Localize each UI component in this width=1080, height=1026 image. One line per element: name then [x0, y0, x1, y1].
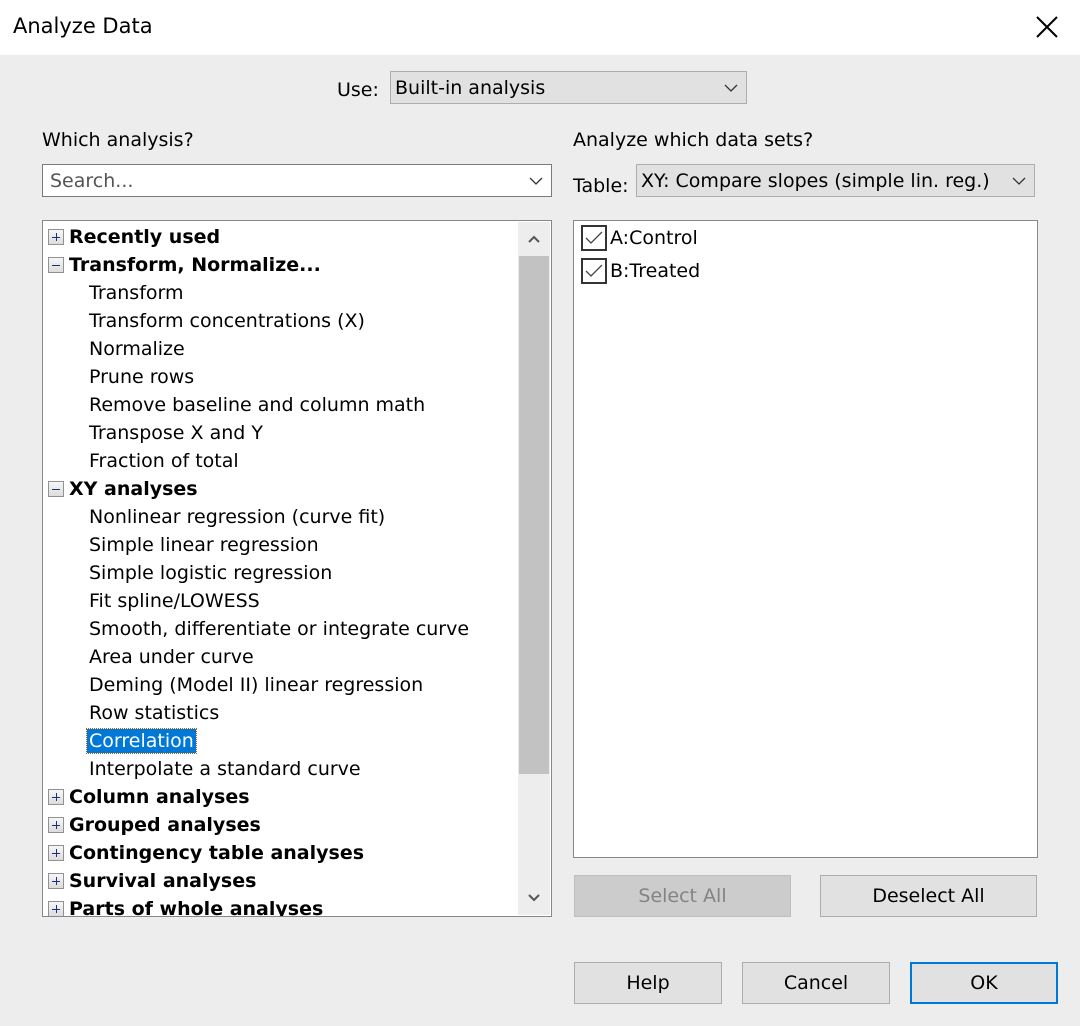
- tree-item[interactable]: Transform concentrations (X): [43, 307, 517, 335]
- expand-icon[interactable]: [48, 817, 64, 833]
- tree-item[interactable]: Fraction of total: [43, 447, 517, 475]
- chevron-down-icon: [528, 894, 540, 902]
- tree-group-label: Survival analyses: [69, 870, 257, 892]
- tree-scrollbar[interactable]: [518, 222, 550, 915]
- ok-button[interactable]: OK: [910, 962, 1058, 1004]
- tree-item-label: Deming (Model II) linear regression: [89, 674, 424, 696]
- tree-group[interactable]: Parts of whole analyses: [43, 895, 517, 917]
- select-all-button[interactable]: Select All: [574, 875, 791, 917]
- checkbox[interactable]: [581, 257, 607, 284]
- title-bar: Analyze Data: [0, 0, 1080, 55]
- dataset-label: B:Treated: [610, 259, 701, 282]
- checkbox[interactable]: [581, 224, 607, 251]
- tree-item[interactable]: Deming (Model II) linear regression: [43, 671, 517, 699]
- tree-group-label: Contingency table analyses: [69, 842, 365, 864]
- tree-item-label: Row statistics: [89, 702, 220, 724]
- tree-group[interactable]: XY analyses: [43, 475, 517, 503]
- tree-item-label: Transform: [89, 282, 184, 304]
- tree-item[interactable]: Smooth, differentiate or integrate curve: [43, 615, 517, 643]
- tree-item-label: Prune rows: [89, 366, 195, 388]
- tree-group-label: Column analyses: [69, 786, 250, 808]
- use-label: Use:: [337, 79, 379, 101]
- tree-item[interactable]: Transpose X and Y: [43, 419, 517, 447]
- chevron-up-icon: [528, 235, 540, 243]
- expand-icon[interactable]: [48, 845, 64, 861]
- scroll-down-button[interactable]: [518, 881, 550, 915]
- tree-item-label: Remove baseline and column math: [89, 394, 426, 416]
- tree-item-label: Transform concentrations (X): [89, 310, 365, 332]
- tree-item[interactable]: Transform: [43, 279, 517, 307]
- dataset-item[interactable]: A:Control: [574, 221, 1037, 254]
- tree-item[interactable]: Prune rows: [43, 363, 517, 391]
- checkmark-icon: [585, 231, 603, 244]
- tree-item-label: Simple linear regression: [89, 534, 319, 556]
- tree-item-label: Fit spline/LOWESS: [89, 590, 260, 612]
- analysis-tree[interactable]: Recently used Transform, Normalize... Tran…: [42, 220, 552, 917]
- tree-item[interactable]: Remove baseline and column math: [43, 391, 517, 419]
- collapse-icon[interactable]: [48, 481, 64, 497]
- chevron-down-icon[interactable]: [521, 177, 551, 185]
- dataset-item[interactable]: B:Treated: [574, 254, 1037, 287]
- cancel-button[interactable]: Cancel: [742, 962, 890, 1004]
- tree-group[interactable]: Column analyses: [43, 783, 517, 811]
- tree-item[interactable]: Interpolate a standard curve: [43, 755, 517, 783]
- use-dropdown-value: Built-in analysis: [395, 76, 546, 99]
- tree-group[interactable]: Transform, Normalize...: [43, 251, 517, 279]
- chevron-down-icon: [716, 84, 746, 92]
- tree-group-label: Transform, Normalize...: [69, 254, 321, 276]
- tree-item-label: Correlation: [86, 728, 197, 754]
- tree-group[interactable]: Contingency table analyses: [43, 839, 517, 867]
- datasets-heading: Analyze which data sets?: [573, 129, 814, 151]
- tree-item[interactable]: Correlation: [43, 727, 517, 755]
- collapse-icon[interactable]: [48, 257, 64, 273]
- analysis-search-combo[interactable]: [42, 164, 552, 197]
- expand-icon[interactable]: [48, 789, 64, 805]
- tree-group[interactable]: Survival analyses: [43, 867, 517, 895]
- close-button[interactable]: [1022, 8, 1072, 46]
- datasets-list: A:Control B:Treated: [573, 220, 1038, 858]
- tree-item-label: Fraction of total: [89, 450, 239, 472]
- which-analysis-heading: Which analysis?: [42, 129, 194, 151]
- tree-group-label: Grouped analyses: [69, 814, 261, 836]
- tree-item-label: Simple logistic regression: [89, 562, 333, 584]
- tree-item[interactable]: Area under curve: [43, 643, 517, 671]
- tree-group-label: Parts of whole analyses: [69, 898, 324, 917]
- checkmark-icon: [585, 264, 603, 277]
- table-dropdown[interactable]: XY: Compare slopes (simple lin. reg.): [636, 164, 1035, 197]
- tree-group[interactable]: Grouped analyses: [43, 811, 517, 839]
- use-dropdown[interactable]: Built-in analysis: [390, 71, 747, 104]
- tree-item-label: Interpolate a standard curve: [89, 758, 361, 780]
- table-dropdown-value: XY: Compare slopes (simple lin. reg.): [641, 169, 990, 192]
- tree-item-label: Normalize: [89, 338, 185, 360]
- close-icon: [1036, 16, 1058, 38]
- tree-item[interactable]: Simple logistic regression: [43, 559, 517, 587]
- table-label: Table:: [573, 175, 629, 197]
- expand-icon[interactable]: [48, 873, 64, 889]
- tree-item-label: Nonlinear regression (curve fit): [89, 506, 386, 528]
- tree-item[interactable]: Fit spline/LOWESS: [43, 587, 517, 615]
- tree-item-label: Transpose X and Y: [89, 422, 263, 444]
- expand-icon[interactable]: [48, 229, 64, 245]
- help-button[interactable]: Help: [574, 962, 722, 1004]
- tree-item-label: Area under curve: [89, 646, 254, 668]
- scroll-up-button[interactable]: [518, 222, 550, 256]
- tree-item[interactable]: Row statistics: [43, 699, 517, 727]
- scroll-thumb[interactable]: [519, 256, 549, 774]
- dialog-title: Analyze Data: [13, 14, 153, 38]
- tree-group-label: Recently used: [69, 226, 221, 248]
- tree-item[interactable]: Nonlinear regression (curve fit): [43, 503, 517, 531]
- tree-group[interactable]: Recently used: [43, 223, 517, 251]
- expand-icon[interactable]: [48, 901, 64, 916]
- tree-item[interactable]: Normalize: [43, 335, 517, 363]
- analysis-tree-items: Recently used Transform, Normalize... Tran…: [43, 223, 517, 917]
- deselect-all-button[interactable]: Deselect All: [820, 875, 1037, 917]
- tree-item-label: Smooth, differentiate or integrate curve: [89, 618, 470, 640]
- tree-group-label: XY analyses: [69, 478, 198, 500]
- analysis-search-input[interactable]: [43, 169, 521, 192]
- tree-item[interactable]: Simple linear regression: [43, 531, 517, 559]
- chevron-down-icon: [1004, 177, 1034, 185]
- dataset-label: A:Control: [610, 226, 698, 249]
